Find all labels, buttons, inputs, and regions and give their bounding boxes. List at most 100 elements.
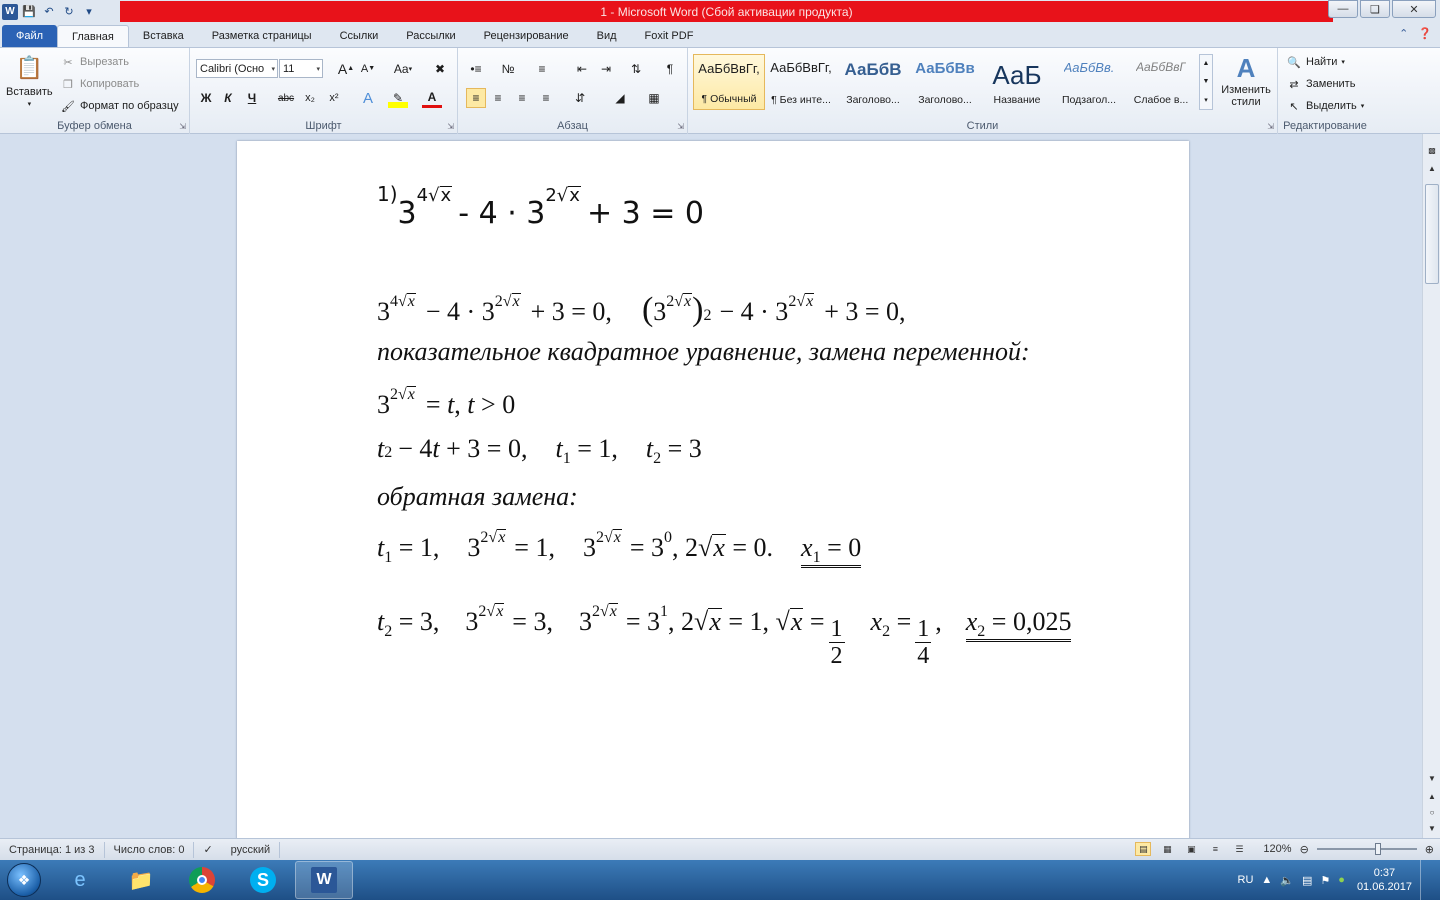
font-color-icon[interactable]: A	[422, 88, 442, 108]
align-left-icon[interactable]: ≡	[466, 88, 486, 108]
underline-button[interactable]: Ч	[242, 88, 262, 108]
draft-icon[interactable]: ☰	[1231, 842, 1247, 856]
grow-font-button[interactable]: A ▲	[336, 59, 356, 79]
tab-view[interactable]: Вид	[583, 25, 631, 47]
find-button[interactable]: 🔍 Найти ▾	[1286, 54, 1345, 70]
gallery-down-icon[interactable]: ▼	[1203, 78, 1210, 85]
subscript-button[interactable]: x₂	[300, 88, 320, 108]
increase-indent-icon[interactable]: ⇥	[596, 59, 616, 79]
zoom-slider-knob[interactable]	[1374, 843, 1381, 855]
highlight-icon[interactable]: ✎	[388, 88, 408, 108]
redo-icon[interactable]: ↻	[60, 3, 78, 21]
language-indicator[interactable]: русский	[222, 841, 281, 858]
style-title[interactable]: АаБ Название	[981, 54, 1053, 110]
zoom-slider[interactable]	[1316, 843, 1417, 855]
tab-page-layout[interactable]: Разметка страницы	[198, 25, 326, 47]
minimize-ribbon-icon[interactable]: ⌃	[1399, 27, 1408, 40]
vertical-scrollbar[interactable]: ▩ ▲ ▼ ▲ ○ ▼	[1422, 134, 1440, 838]
text-effects-icon[interactable]: A	[358, 88, 378, 108]
prev-page-icon[interactable]: ▲	[1424, 788, 1440, 804]
clock[interactable]: 0:37 01.06.2017	[1357, 866, 1412, 894]
volume-icon[interactable]: 🔈	[1280, 874, 1294, 887]
customize-icon[interactable]: ▾	[80, 3, 98, 21]
tab-references[interactable]: Ссылки	[326, 25, 393, 47]
bold-button[interactable]: Ж	[196, 88, 216, 108]
format-painter-button[interactable]: 🖌 Формат по образцу	[60, 98, 179, 114]
replace-button[interactable]: ⇄ Заменить	[1286, 76, 1355, 92]
internet-explorer-icon[interactable]: e	[51, 861, 109, 899]
print-layout-icon[interactable]: ▤	[1135, 842, 1152, 856]
paste-dropdown-icon[interactable]: ▾	[28, 100, 32, 108]
zoom-level[interactable]: 120%	[1263, 843, 1291, 855]
sort-icon[interactable]: ⇅	[626, 59, 646, 79]
tab-home[interactable]: Главная	[57, 25, 129, 47]
styles-launcher-icon[interactable]: ⇲	[1267, 122, 1274, 131]
font-size-select[interactable]: 11 ▾	[279, 59, 323, 78]
tab-foxit-pdf[interactable]: Foxit PDF	[631, 25, 708, 47]
borders-icon[interactable]: ▦	[644, 88, 664, 108]
scroll-up-icon[interactable]: ▲	[1424, 160, 1440, 176]
select-button[interactable]: ↖ Выделить ▾	[1286, 98, 1364, 114]
paste-button[interactable]: 📋 Вставить ▾	[6, 52, 53, 108]
bullets-icon[interactable]: •≡	[466, 59, 486, 79]
style-subtitle[interactable]: АаБбВв. Подзагол...	[1053, 54, 1125, 110]
input-language[interactable]: RU	[1238, 874, 1254, 886]
align-right-icon[interactable]: ≡	[512, 88, 532, 108]
network-icon[interactable]: ▤	[1302, 874, 1312, 887]
scroll-down-icon[interactable]: ▼	[1424, 770, 1440, 786]
zoom-in-icon[interactable]: ⊕	[1425, 843, 1434, 856]
gallery-more-icon[interactable]: ▾	[1204, 96, 1208, 104]
minimize-icon[interactable]: —	[1328, 0, 1358, 18]
save-icon[interactable]: 💾	[20, 3, 38, 21]
spelling-status[interactable]: ✓	[194, 842, 221, 858]
show-marks-icon[interactable]: ¶	[660, 59, 680, 79]
style-no-spacing[interactable]: АаБбВвГг, ¶ Без инте...	[765, 54, 837, 110]
ruler-toggle-icon[interactable]: ▩	[1424, 142, 1440, 158]
tab-insert[interactable]: Вставка	[129, 25, 198, 47]
superscript-button[interactable]: x²	[324, 88, 344, 108]
paragraph-launcher-icon[interactable]: ⇲	[677, 122, 684, 131]
web-layout-icon[interactable]: ▣	[1183, 842, 1199, 856]
help-icon[interactable]: ❓	[1418, 27, 1432, 40]
clear-formatting-icon[interactable]: ✖	[430, 59, 450, 79]
file-explorer-icon[interactable]: 📁	[112, 861, 170, 899]
style-heading-1[interactable]: АаБбВ Заголово...	[837, 54, 909, 110]
start-button[interactable]: ❖	[0, 860, 48, 900]
chrome-icon[interactable]	[173, 861, 231, 899]
copy-button[interactable]: ❐ Копировать	[60, 76, 139, 92]
style-subtle-emphasis[interactable]: АаБбВвГ Слабое в...	[1125, 54, 1197, 110]
align-center-icon[interactable]: ≡	[488, 88, 508, 108]
skype-icon[interactable]: S	[234, 861, 292, 899]
decrease-indent-icon[interactable]: ⇤	[572, 59, 592, 79]
shrink-font-button[interactable]: A ▼	[358, 59, 378, 79]
numbering-icon[interactable]: №	[498, 59, 518, 79]
outline-icon[interactable]: ≡	[1207, 842, 1223, 856]
tray-app-icon[interactable]: ●	[1338, 874, 1345, 886]
multilevel-list-icon[interactable]: ≡	[532, 59, 552, 79]
tab-mailings[interactable]: Рассылки	[392, 25, 469, 47]
zoom-out-icon[interactable]: ⊖	[1300, 843, 1309, 856]
document-page[interactable]: 1) 34√ x - 4 · 32√ x + 3 = 0 34√ x − 4 · 32…	[237, 141, 1189, 838]
font-family-select[interactable]: Calibri (Осно ▾	[196, 59, 278, 78]
scroll-thumb[interactable]	[1425, 184, 1439, 284]
justify-icon[interactable]: ≡	[536, 88, 556, 108]
page-counter[interactable]: Страница: 1 из 3	[0, 841, 105, 858]
strikethrough-button[interactable]: abc	[276, 88, 296, 108]
italic-button[interactable]: К	[218, 88, 238, 108]
clipboard-launcher-icon[interactable]: ⇲	[179, 122, 186, 131]
gallery-up-icon[interactable]: ▲	[1203, 60, 1210, 67]
shading-icon[interactable]: ◢	[610, 88, 630, 108]
tab-file[interactable]: Файл	[2, 25, 57, 47]
tray-expand-icon[interactable]: ▲	[1261, 874, 1272, 886]
restore-icon[interactable]: ❏	[1360, 0, 1390, 18]
full-screen-reading-icon[interactable]: ▦	[1159, 842, 1175, 856]
word-counter[interactable]: Число слов: 0	[105, 841, 195, 858]
change-case-button[interactable]: Aa ▾	[390, 59, 416, 79]
browse-object-icon[interactable]: ○	[1424, 804, 1440, 820]
word-logo-icon[interactable]: W	[2, 3, 18, 20]
next-page-icon[interactable]: ▼	[1424, 820, 1440, 836]
show-desktop-button[interactable]	[1420, 860, 1432, 900]
change-styles-button[interactable]: A Изменить стили	[1218, 52, 1274, 109]
tab-review[interactable]: Рецензирование	[470, 25, 583, 47]
word-taskbar-icon[interactable]: W	[295, 861, 353, 899]
